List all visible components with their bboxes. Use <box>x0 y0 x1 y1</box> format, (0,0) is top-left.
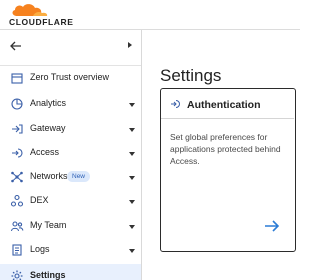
sidebar-item-zero-trust-overview[interactable]: Zero Trust overview <box>0 68 141 90</box>
networks-icon <box>11 171 23 183</box>
sidebar-item-label: DEX <box>30 195 49 205</box>
login-icon <box>171 100 180 108</box>
sidebar: Zero Trust overview Analytics Gateway Ac… <box>0 30 142 280</box>
analytics-icon <box>11 98 23 110</box>
chevron-down-icon <box>129 152 135 156</box>
main-content: Settings Authentication Set global prefe… <box>143 30 300 280</box>
card-title: Authentication <box>187 99 261 111</box>
cloudflare-logo[interactable]: CLOUDFLARE <box>8 2 78 28</box>
arrow-right-icon[interactable] <box>263 219 281 233</box>
team-icon <box>10 221 24 232</box>
authentication-card[interactable]: Authentication Set global preferences fo… <box>160 88 296 252</box>
sidebar-item-networks[interactable]: Networks New <box>0 167 141 189</box>
gear-icon <box>11 270 23 280</box>
sidebar-item-label: Gateway <box>30 123 66 133</box>
sidebar-item-analytics[interactable]: Analytics <box>0 94 141 116</box>
expand-account-icon[interactable] <box>128 42 132 48</box>
sidebar-item-label: Networks <box>30 171 68 181</box>
gateway-icon <box>12 124 23 134</box>
new-badge: New <box>67 171 91 182</box>
chevron-down-icon <box>129 225 135 229</box>
sidebar-item-access[interactable]: Access <box>0 143 141 165</box>
top-header: CLOUDFLARE <box>0 0 300 30</box>
chevron-down-icon <box>129 176 135 180</box>
sidebar-item-dex[interactable]: DEX <box>0 191 141 213</box>
sidebar-item-settings[interactable]: Settings <box>0 264 141 280</box>
sidebar-item-gateway[interactable]: Gateway <box>0 119 141 141</box>
card-description: Set global preferences for applications … <box>170 132 281 166</box>
brand-name: CLOUDFLARE <box>9 17 74 27</box>
sidebar-item-logs[interactable]: Logs <box>0 240 141 262</box>
sidebar-item-my-team[interactable]: My Team <box>0 216 141 238</box>
chevron-down-icon <box>129 249 135 253</box>
sidebar-item-label: Zero Trust overview <box>30 72 110 82</box>
sidebar-header <box>0 30 141 66</box>
sidebar-item-label: Settings <box>30 270 66 280</box>
card-header: Authentication <box>161 89 294 119</box>
access-icon <box>12 148 23 158</box>
chevron-down-icon <box>129 128 135 132</box>
cloud-logo-icon <box>12 4 48 16</box>
logs-icon <box>12 244 22 256</box>
sidebar-item-label: Analytics <box>30 98 67 108</box>
page-title: Settings <box>160 66 222 85</box>
overview-icon <box>11 73 23 84</box>
sidebar-item-label: My Team <box>30 220 67 230</box>
dex-icon <box>10 194 24 207</box>
back-arrow-icon[interactable] <box>9 39 23 53</box>
chevron-down-icon <box>129 200 135 204</box>
chevron-down-icon <box>129 103 135 107</box>
sidebar-item-label: Logs <box>30 244 50 254</box>
sidebar-item-label: Access <box>30 147 60 157</box>
